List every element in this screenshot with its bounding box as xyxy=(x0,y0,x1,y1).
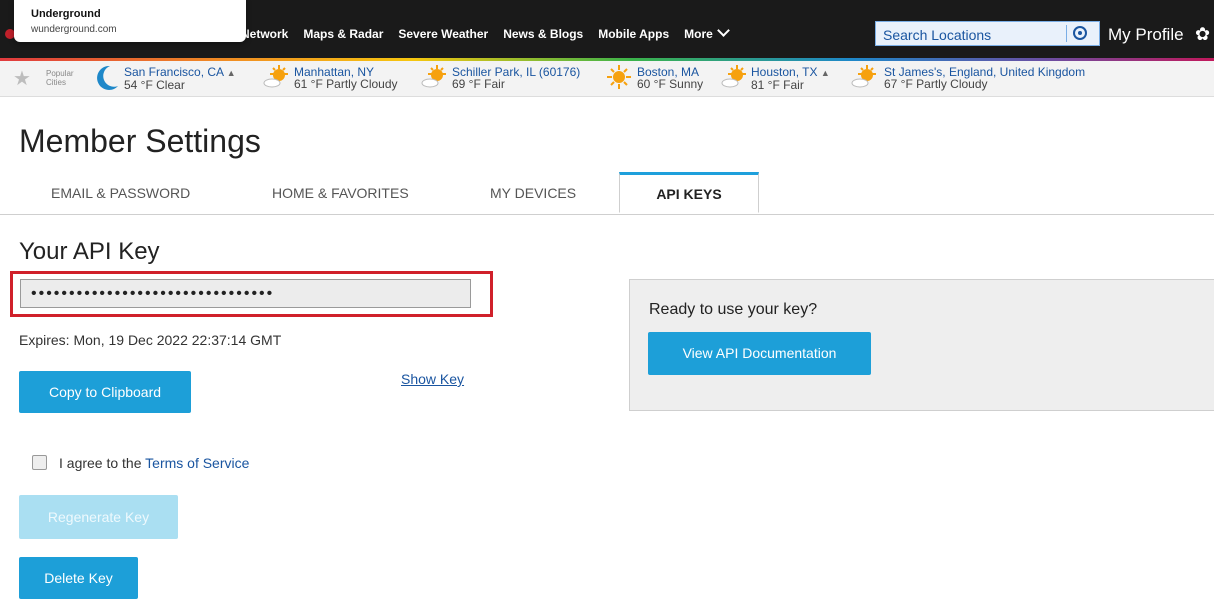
nav-more-label: More xyxy=(684,27,713,41)
partly-cloudy-icon xyxy=(421,65,446,88)
tab-api-keys[interactable]: API KEYS xyxy=(619,172,759,213)
search-divider xyxy=(1066,25,1067,42)
city-item[interactable]: Boston, MA 60 °F Sunny xyxy=(637,66,703,90)
nav-link-mobile-apps[interactable]: Mobile Apps xyxy=(598,27,669,41)
page-title: Member Settings xyxy=(19,123,261,159)
gear-icon[interactable]: ✿ xyxy=(1195,25,1210,43)
popular-cities-bar: ★ Popular Cities San Francisco, CA ▲ 54 … xyxy=(0,61,1214,97)
regenerate-key-button[interactable]: Regenerate Key xyxy=(19,495,178,539)
city-condition: 54 °F Clear xyxy=(124,78,185,92)
city-item[interactable]: San Francisco, CA ▲ 54 °F Clear xyxy=(124,66,236,91)
ready-prompt: Ready to use your key? xyxy=(649,301,818,318)
alert-icon: ▲ xyxy=(820,68,830,78)
nav-link-maps-radar[interactable]: Maps & Radar xyxy=(303,27,383,41)
partly-cloudy-icon xyxy=(721,65,746,88)
tab-email-password[interactable]: EMAIL & PASSWORD xyxy=(51,185,190,201)
nav-link-news-blogs[interactable]: News & Blogs xyxy=(503,27,583,41)
city-item[interactable]: Houston, TX ▲ 81 °F Fair xyxy=(751,66,830,91)
star-icon[interactable]: ★ xyxy=(13,66,31,91)
popular-label-line2: Cities xyxy=(46,78,67,87)
expiry-text: Expires: Mon, 19 Dec 2022 22:37:14 GMT xyxy=(19,332,282,348)
alert-icon: ▲ xyxy=(226,68,236,78)
agree-checkbox[interactable] xyxy=(32,455,47,470)
city-name-text: San Francisco, CA xyxy=(124,65,224,79)
city-condition: 81 °F Fair xyxy=(751,78,804,92)
chevron-down-icon xyxy=(716,24,730,37)
city-item[interactable]: Schiller Park, IL (60176) 69 °F Fair xyxy=(452,66,580,90)
partly-cloudy-icon xyxy=(263,65,288,88)
view-api-documentation-button[interactable]: View API Documentation xyxy=(648,332,871,375)
city-condition: 61 °F Partly Cloudy xyxy=(294,77,398,91)
tooltip-url: wunderground.com xyxy=(31,24,117,35)
agree-text: I agree to the xyxy=(59,455,142,471)
partly-cloudy-icon xyxy=(851,65,876,88)
delete-key-button[interactable]: Delete Key xyxy=(19,557,138,599)
city-item[interactable]: Manhattan, NY 61 °F Partly Cloudy xyxy=(294,66,398,90)
nav-link-severe-weather[interactable]: Severe Weather xyxy=(398,27,488,41)
my-profile-link[interactable]: My Profile xyxy=(1108,25,1184,45)
agree-label: I agree to the Terms of Service xyxy=(59,455,249,471)
popular-cities-label: Popular Cities xyxy=(46,69,74,87)
sun-icon xyxy=(607,65,631,89)
city-condition: 69 °F Fair xyxy=(452,77,505,91)
tooltip-title: Underground xyxy=(31,8,101,20)
city-name-text: Houston, TX xyxy=(751,65,818,79)
show-key-link[interactable]: Show Key xyxy=(401,371,464,387)
search-box xyxy=(875,21,1100,46)
api-key-field[interactable] xyxy=(20,279,471,308)
city-condition: 67 °F Partly Cloudy xyxy=(884,77,988,91)
city-item[interactable]: St James's, England, United Kingdom 67 °… xyxy=(884,66,1085,90)
tab-my-devices[interactable]: MY DEVICES xyxy=(490,185,576,201)
search-input[interactable] xyxy=(876,22,1066,45)
terms-of-service-link[interactable]: Terms of Service xyxy=(145,455,249,471)
copy-to-clipboard-button[interactable]: Copy to Clipboard xyxy=(19,371,191,413)
city-condition: 60 °F Sunny xyxy=(637,77,704,91)
locate-icon[interactable] xyxy=(1073,26,1087,40)
moon-icon xyxy=(97,65,118,90)
popular-label-line1: Popular xyxy=(46,69,74,78)
nav-link-more[interactable]: More xyxy=(684,24,730,41)
nav-links: Network Maps & Radar Severe Weather News… xyxy=(241,24,743,41)
tab-home-favorites[interactable]: HOME & FAVORITES xyxy=(272,185,409,201)
api-key-heading: Your API Key xyxy=(19,238,160,265)
site-tooltip: Underground wunderground.com xyxy=(14,0,246,42)
settings-tabs: EMAIL & PASSWORD HOME & FAVORITES MY DEV… xyxy=(0,172,1214,215)
nav-link-network[interactable]: Network xyxy=(241,27,288,41)
